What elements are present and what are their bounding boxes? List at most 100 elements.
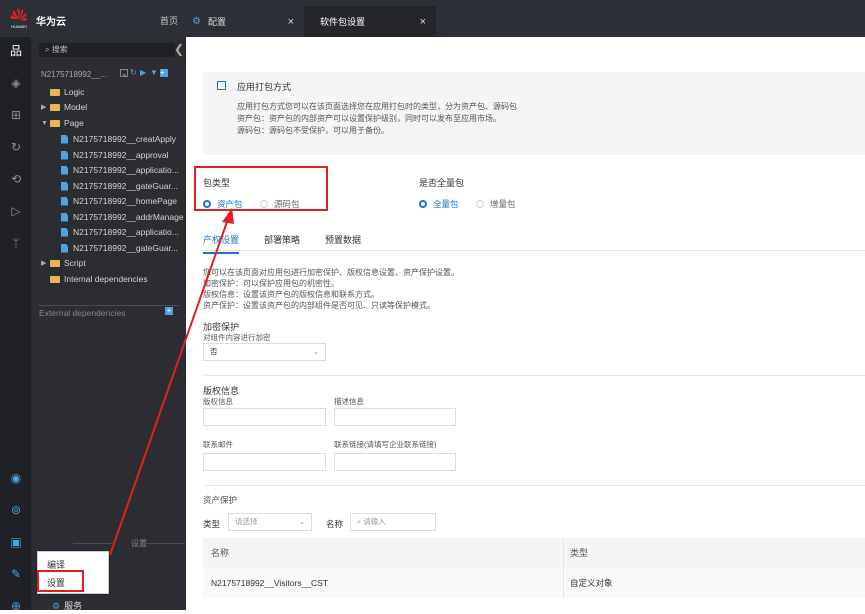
file-icon bbox=[61, 227, 68, 237]
encrypt-select[interactable]: 否 ⌄ bbox=[203, 343, 326, 361]
annotation-box bbox=[194, 166, 328, 211]
tree-item-page-file[interactable]: N2175718992__gateGuar... bbox=[61, 181, 178, 191]
divider bbox=[203, 250, 865, 251]
settings-circle-icon[interactable]: ⊚ bbox=[8, 502, 24, 518]
asset-type-select[interactable]: 请选择 ⌄ bbox=[228, 513, 312, 531]
folder-icon bbox=[50, 119, 60, 127]
terminal-icon[interactable]: ▣ bbox=[8, 534, 24, 550]
branch-icon[interactable]: ᛘ bbox=[8, 235, 24, 251]
download-box-icon[interactable]: ⊞ bbox=[8, 107, 24, 123]
add-dependency-icon[interactable]: + bbox=[165, 307, 173, 315]
asset-type-label: 类型 bbox=[203, 519, 221, 529]
contact-email-label: 联系邮件 bbox=[203, 440, 233, 449]
tree-item-logic[interactable]: Logic bbox=[41, 87, 84, 97]
explorer-panel: ⌕ 搜索 ❮ N2175718992__... ⌄ ↻ ▶ ▼ + Logic … bbox=[31, 37, 186, 610]
run-icon[interactable]: ▶ bbox=[140, 69, 148, 77]
search-icon: ⌕ bbox=[45, 45, 52, 54]
add-icon[interactable]: + bbox=[160, 69, 168, 77]
tree-item-page-file[interactable]: N2175718992__applicatio... bbox=[61, 165, 179, 175]
table-cell-type: 自定义对象 bbox=[564, 568, 865, 598]
radio-full-package[interactable]: 全量包 bbox=[419, 198, 459, 210]
tree-item-page-file[interactable]: N2175718992__approval bbox=[61, 150, 168, 160]
tab-package-settings[interactable]: 软件包设置 × bbox=[304, 6, 436, 37]
description-input[interactable] bbox=[334, 408, 456, 426]
tree-item-script[interactable]: ▶ Script bbox=[41, 258, 86, 268]
folder-icon bbox=[50, 259, 60, 267]
intro-line: 资产包：资产包的内部资产可以设置保护级别，同时可以发布至应用市场。 bbox=[237, 114, 501, 123]
radio-incremental-package[interactable]: 增量包 bbox=[476, 198, 516, 210]
tree-item-page-file[interactable]: N2175718992__gateGuar... bbox=[61, 243, 178, 253]
play-icon[interactable]: ▷ bbox=[8, 203, 24, 219]
table-header-type: 类型 bbox=[564, 538, 865, 568]
table-cell-name[interactable]: N2175718992__Visitors__CST bbox=[203, 568, 564, 598]
tree-item-page-file[interactable]: N2175718992__homePage bbox=[61, 196, 177, 206]
intro-line: 应用打包方式您可以在该页面选择您在应用打包时的类型，分为资产包、源码包 bbox=[237, 102, 517, 111]
copyright-info-input[interactable] bbox=[203, 408, 326, 426]
external-dependencies[interactable]: External dependencies bbox=[39, 308, 125, 318]
asset-name-input[interactable]: ⌕ 请输入 bbox=[350, 513, 436, 531]
filter-icon[interactable]: ▼ bbox=[150, 69, 158, 77]
layers-icon[interactable]: ◈ bbox=[8, 75, 24, 91]
refresh-icon[interactable]: ↻ bbox=[130, 69, 138, 77]
service-item[interactable]: ⚙ 服务 bbox=[52, 599, 82, 612]
wrench-icon[interactable]: ✎ bbox=[8, 566, 24, 582]
package-icon bbox=[217, 81, 226, 90]
file-icon bbox=[61, 165, 68, 175]
contact-link-input[interactable] bbox=[334, 453, 456, 471]
desc-line: 资产保护：设置该资产包的内部组件是否可见、只读等保护模式。 bbox=[203, 301, 435, 310]
top-bar: HUAWEI 华为云 首页 ⚙ 配置 × 软件包设置 × bbox=[0, 0, 865, 37]
desc-line: 版权信息：设置该资产包的版权信息和联系方式。 bbox=[203, 290, 379, 299]
upload-icon[interactable]: ⊕ bbox=[8, 598, 24, 614]
tab-config[interactable]: ⚙ 配置 × bbox=[186, 6, 304, 37]
tree-item-page[interactable]: ▼ Page bbox=[41, 118, 84, 128]
tree-item-internal-deps[interactable]: Internal dependencies bbox=[41, 274, 148, 284]
tree-item-model[interactable]: ▶ Model bbox=[41, 102, 87, 112]
tree-item-page-file[interactable]: N2175718992__addrManage bbox=[61, 212, 184, 222]
project-toolbar: ⌄ ↻ ▶ ▼ + bbox=[120, 69, 168, 78]
collapse-panel-icon[interactable]: ❮ bbox=[174, 42, 186, 58]
desc-line: 加密保护：可以保护应用包的机密性。 bbox=[203, 279, 339, 288]
divider bbox=[145, 543, 185, 544]
file-icon bbox=[61, 181, 68, 191]
full-package-label: 是否全量包 bbox=[419, 178, 465, 188]
file-icon bbox=[61, 150, 68, 160]
project-name: N2175718992__... bbox=[41, 70, 107, 79]
annotation-box bbox=[37, 570, 84, 592]
gear-icon: ⚙ bbox=[192, 16, 201, 27]
main-content: 应用打包方式 应用打包方式您可以在该页面选择您在应用打包时的类型，分为资产包、源… bbox=[186, 37, 865, 610]
folder-icon bbox=[50, 103, 60, 111]
contact-email-input[interactable] bbox=[203, 453, 326, 471]
description-label: 描述信息 bbox=[334, 397, 364, 406]
search-input[interactable]: ⌕ 搜索 bbox=[39, 43, 175, 57]
huawei-logo-icon[interactable]: HUAWEI bbox=[8, 7, 30, 31]
chevron-right-icon[interactable]: ▶ bbox=[41, 259, 50, 267]
divider bbox=[39, 305, 179, 306]
intro-line: 源码包：源码包不受保护，可以用于备份。 bbox=[237, 126, 389, 135]
file-icon bbox=[61, 196, 68, 206]
close-icon[interactable]: × bbox=[288, 16, 294, 28]
file-icon bbox=[61, 212, 68, 222]
svg-text:HUAWEI: HUAWEI bbox=[11, 24, 27, 29]
chevron-down-icon[interactable]: ▼ bbox=[41, 120, 50, 127]
tab-config-label: 配置 bbox=[208, 17, 227, 27]
brand-name: 华为云 bbox=[36, 17, 66, 28]
desc-line: 您可以在该页面对应用包进行加密保护、版权信息设置、资产保护设置。 bbox=[203, 268, 459, 277]
chevron-right-icon[interactable]: ▶ bbox=[41, 103, 50, 111]
radio-unchecked-icon bbox=[476, 200, 484, 208]
sitemap-icon[interactable]: 品 bbox=[8, 43, 24, 59]
sync-icon[interactable]: ↻ bbox=[8, 139, 24, 155]
chevron-down-icon: ⌄ bbox=[298, 517, 305, 526]
chevron-down-icon[interactable]: ⌄ bbox=[120, 69, 128, 78]
eye-icon[interactable]: ◉ bbox=[8, 470, 24, 486]
home-link[interactable]: 首页 bbox=[160, 14, 178, 27]
close-icon[interactable]: × bbox=[420, 16, 426, 28]
chevron-down-icon: ⌄ bbox=[312, 347, 319, 356]
copyright-info-label: 版权信息 bbox=[203, 397, 233, 406]
activity-bar: 品 ◈ ⊞ ↻ ⟲ ▷ ᛘ ◉ ⊚ ▣ ✎ ⊕ bbox=[0, 37, 31, 613]
divider bbox=[203, 485, 865, 486]
tree-item-page-file[interactable]: N2175718992__creatApply bbox=[61, 134, 176, 144]
asset-protection-title: 资产保护 bbox=[203, 495, 238, 505]
tree-item-page-file[interactable]: N2175718992__applicatio... bbox=[61, 227, 179, 237]
history-icon[interactable]: ⟲ bbox=[8, 171, 24, 187]
tab-package-settings-label: 软件包设置 bbox=[320, 17, 366, 27]
